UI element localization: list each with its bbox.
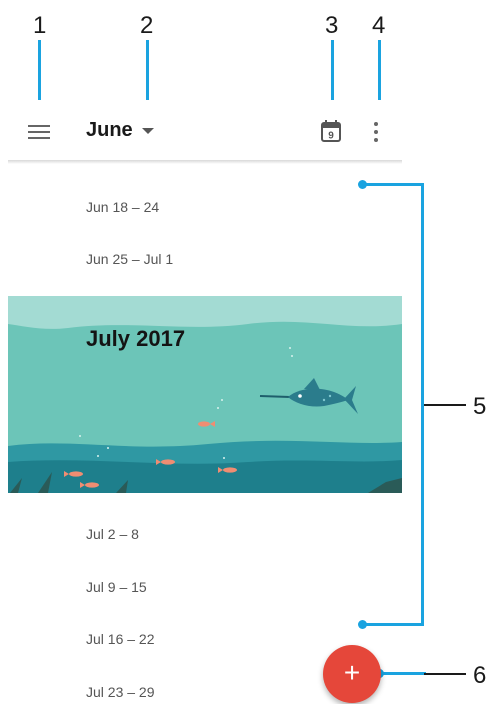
week-row[interactable]: Jul 2 – 8 bbox=[86, 526, 139, 542]
add-event-button[interactable]: + bbox=[323, 645, 381, 703]
callout-number-2: 2 bbox=[140, 12, 154, 39]
month-selector[interactable]: June bbox=[86, 119, 133, 142]
callout-number-4: 4 bbox=[372, 12, 386, 39]
callout-number-6: 6 bbox=[473, 662, 487, 689]
calendar-today-icon[interactable]: 9 bbox=[321, 120, 341, 142]
more-vert-icon[interactable] bbox=[372, 121, 380, 143]
callout-line-6 bbox=[380, 672, 426, 675]
chevron-down-icon[interactable] bbox=[142, 128, 154, 134]
callout-pointer-5 bbox=[424, 404, 466, 406]
callout-number-1: 1 bbox=[33, 12, 47, 39]
hamburger-menu-icon[interactable] bbox=[28, 124, 50, 140]
week-row[interactable]: Jul 9 – 15 bbox=[86, 579, 147, 595]
month-banner-title: July 2017 bbox=[86, 326, 186, 351]
week-row[interactable]: Jul 16 – 22 bbox=[86, 631, 155, 647]
today-day-number: 9 bbox=[328, 131, 334, 142]
callout-bracket-top bbox=[362, 183, 424, 186]
app-bar bbox=[8, 100, 402, 162]
week-row[interactable]: Jul 23 – 29 bbox=[86, 684, 155, 700]
week-row[interactable]: Jun 25 – Jul 1 bbox=[86, 251, 173, 267]
app-bar-shadow bbox=[8, 160, 402, 164]
callout-number-5: 5 bbox=[473, 393, 487, 420]
week-row[interactable]: Jun 18 – 24 bbox=[86, 199, 159, 215]
callout-pointer-6 bbox=[424, 673, 466, 675]
callout-number-3: 3 bbox=[325, 12, 339, 39]
callout-bracket-bottom bbox=[362, 623, 424, 626]
month-banner-illustration bbox=[8, 296, 402, 493]
add-event-icon: + bbox=[343, 657, 361, 688]
callout-dot-5-bottom bbox=[358, 620, 367, 629]
